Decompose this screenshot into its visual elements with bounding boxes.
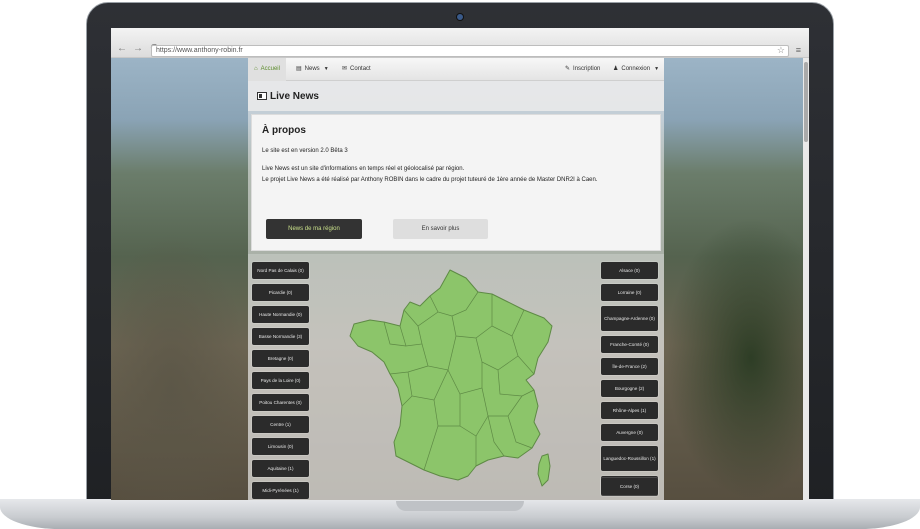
nav-login-label: Connexion bbox=[621, 66, 651, 72]
page-title: Live News bbox=[270, 91, 319, 102]
nav-register-label: Inscription bbox=[573, 66, 601, 72]
nav-register[interactable]: ✎ Inscription bbox=[559, 58, 606, 81]
laptop-notch bbox=[396, 501, 524, 511]
region-button[interactable]: Centre (1) bbox=[252, 416, 309, 433]
region-button[interactable]: Alsace (0) bbox=[601, 262, 658, 279]
region-button[interactable]: Picardie (0) bbox=[252, 284, 309, 301]
learn-more-button[interactable]: En savoir plus bbox=[393, 219, 488, 239]
version-text: Le site est en version 2.0 Bêta 3 bbox=[262, 148, 348, 154]
about-credits: Le projet Live News a été réalisé par An… bbox=[262, 177, 598, 183]
bookmark-star-icon[interactable]: ☆ bbox=[777, 45, 785, 56]
back-arrow-icon[interactable]: ← bbox=[117, 44, 127, 54]
nav-home-label: Accueil bbox=[260, 66, 280, 72]
region-button[interactable]: Rhône-Alpes (1) bbox=[601, 402, 658, 419]
region-button[interactable]: Aquitaine (1) bbox=[252, 460, 309, 477]
region-news-button[interactable]: News de ma région bbox=[266, 219, 362, 239]
home-icon: ⌂ bbox=[254, 66, 258, 72]
region-button[interactable]: Nord Pas de Calais (0) bbox=[252, 262, 309, 279]
region-button[interactable]: Auvergne (0) bbox=[601, 424, 658, 441]
user-icon: ♟ bbox=[613, 66, 619, 72]
region-button[interactable]: Franche-Comté (0) bbox=[601, 336, 658, 353]
main-content: ⌂ Accueil ▤ News ▼ ✉ Contact ✎ Inscription ♟ C… bbox=[248, 58, 664, 500]
browser-toolbar: ← → C https://www.anthony-robin.fr ☆ ≡ bbox=[111, 28, 809, 58]
scrollbar-thumb[interactable] bbox=[804, 62, 808, 142]
region-button[interactable]: Bourgogne (2) bbox=[601, 380, 658, 397]
browser-window: ← → C https://www.anthony-robin.fr ☆ ≡ ⌂… bbox=[111, 28, 809, 500]
site-navbar: ⌂ Accueil ▤ News ▼ ✉ Contact ✎ Inscription ♟ C… bbox=[248, 58, 664, 81]
newspaper-icon bbox=[257, 92, 267, 100]
camera-icon bbox=[457, 14, 463, 20]
browser-menu-icon[interactable]: ≡ bbox=[796, 45, 801, 55]
about-title: À propos bbox=[262, 125, 306, 136]
corsica-shape bbox=[537, 453, 551, 487]
url-bar[interactable]: https://www.anthony-robin.fr bbox=[151, 45, 789, 57]
nav-home[interactable]: ⌂ Accueil bbox=[248, 58, 286, 81]
region-button[interactable]: Champagne-Ardenne (0) bbox=[601, 306, 658, 331]
page-header: Live News bbox=[248, 81, 664, 111]
about-panel: À propos Le site est en version 2.0 Bêta… bbox=[251, 114, 661, 251]
region-button[interactable]: Lorraine (0) bbox=[601, 284, 658, 301]
about-description: Live News est un site d'informations en … bbox=[262, 166, 465, 172]
region-button[interactable]: Languedoc-Roussillon (1) bbox=[601, 446, 658, 471]
region-button[interactable]: Corse (0) bbox=[601, 478, 658, 495]
chevron-down-icon: ▼ bbox=[323, 66, 329, 72]
region-button[interactable]: Pays de la Loire (0) bbox=[252, 372, 309, 389]
region-button[interactable]: Midi-Pyrénées (1) bbox=[252, 482, 309, 499]
nav-login[interactable]: ♟ Connexion ▼ bbox=[607, 58, 665, 81]
region-button[interactable]: Île-de-France (2) bbox=[601, 358, 658, 375]
chevron-down-icon: ▼ bbox=[654, 66, 660, 72]
nav-contact-label: Contact bbox=[350, 66, 371, 72]
region-button[interactable]: Haute Normandie (0) bbox=[252, 306, 309, 323]
france-map[interactable] bbox=[348, 266, 558, 491]
nav-news[interactable]: ▤ News ▼ bbox=[290, 58, 335, 81]
region-button[interactable]: Limousin (0) bbox=[252, 438, 309, 455]
nav-contact[interactable]: ✉ Contact bbox=[336, 58, 377, 81]
forward-arrow-icon[interactable]: → bbox=[133, 44, 143, 54]
france-mainland-shape bbox=[349, 269, 553, 481]
region-button[interactable]: Bretagne (0) bbox=[252, 350, 309, 367]
envelope-icon: ✉ bbox=[342, 66, 348, 72]
wrench-icon: ✎ bbox=[565, 66, 571, 72]
region-button[interactable]: Poitou Charentes (0) bbox=[252, 394, 309, 411]
newspaper-icon: ▤ bbox=[296, 66, 302, 72]
region-button[interactable]: Basse Normandie (3) bbox=[252, 328, 309, 345]
region-map-area: Nord Pas de Calais (0) Picardie (0) Haut… bbox=[248, 254, 664, 500]
nav-news-label: News bbox=[304, 66, 320, 72]
